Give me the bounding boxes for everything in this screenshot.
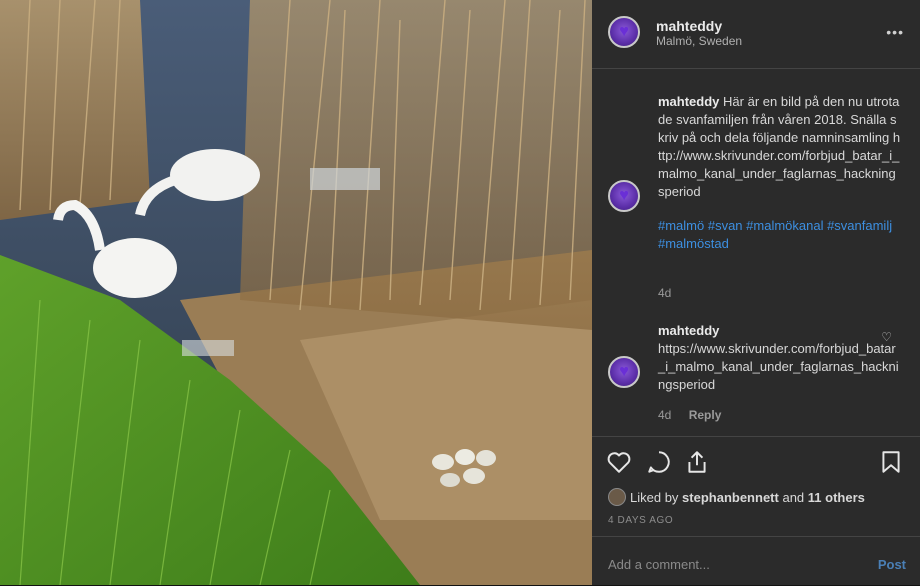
commenter-avatar[interactable]: ♥ (608, 356, 640, 388)
post-header: ♥ mahteddy Malmö, Sweden ••• (592, 0, 920, 69)
comment-age: 4d (658, 286, 672, 300)
comment-age: 4d (658, 408, 672, 422)
post-view: ♥ mahteddy Malmö, Sweden ••• ♥ mahteddy … (0, 0, 920, 585)
like-comment-icon[interactable]: ♡ (881, 330, 892, 344)
author-avatar[interactable]: ♥ (608, 16, 640, 48)
post-actions: Liked by stephanbennett and 11 others 4 … (592, 436, 920, 537)
reply-button[interactable]: Reply (689, 408, 722, 422)
comment-username[interactable]: mahteddy (658, 94, 719, 109)
reply-comment: mahteddy https://www.skrivunder.com/forb… (658, 322, 902, 394)
heart-icon: ♥ (619, 363, 629, 380)
heart-icon: ♥ (619, 187, 629, 204)
likes-summary: Liked by stephanbennett and 11 others (608, 488, 865, 506)
more-options-icon[interactable]: ••• (886, 24, 904, 40)
liker-username[interactable]: stephanbennett (682, 490, 779, 505)
likes-prefix: Liked by (630, 489, 679, 505)
share-icon[interactable] (684, 449, 710, 475)
likes-others[interactable]: 11 others (808, 490, 865, 505)
add-comment-input[interactable]: Add a comment... (608, 557, 710, 572)
comment-text: Här är en bild på den nu utrotade svanfa… (658, 94, 901, 199)
commenter-avatar[interactable]: ♥ (608, 180, 640, 212)
heart-icon[interactable] (606, 449, 632, 475)
likes-and: and (782, 489, 805, 505)
bookmark-icon[interactable] (878, 449, 904, 475)
heart-icon: ♥ (619, 23, 629, 40)
comment-hashtags[interactable]: #malmö #svan #malmökanal #svanfamilj #ma… (658, 218, 892, 251)
post-location[interactable]: Malmö, Sweden (656, 34, 742, 48)
author-username[interactable]: mahteddy (656, 18, 742, 34)
comment-meta: 4d Reply (658, 408, 721, 422)
post-timestamp[interactable]: 4 DAYS AGO (608, 515, 673, 526)
comment-icon[interactable] (646, 449, 672, 475)
post-comment-button[interactable]: Post (878, 557, 906, 572)
post-sidebar: ♥ mahteddy Malmö, Sweden ••• ♥ mahteddy … (592, 0, 920, 585)
caption-comment: mahteddy Här är en bild på den nu utrota… (658, 93, 902, 253)
liker-avatar[interactable] (608, 488, 626, 506)
comment-username[interactable]: mahteddy (658, 323, 719, 338)
add-comment-bar: Add a comment... Post (592, 536, 920, 586)
comment-text[interactable]: https://www.skrivunder.com/forbjud_batar… (658, 341, 899, 392)
swan-nest-photo (0, 0, 592, 585)
post-photo[interactable] (0, 0, 592, 585)
